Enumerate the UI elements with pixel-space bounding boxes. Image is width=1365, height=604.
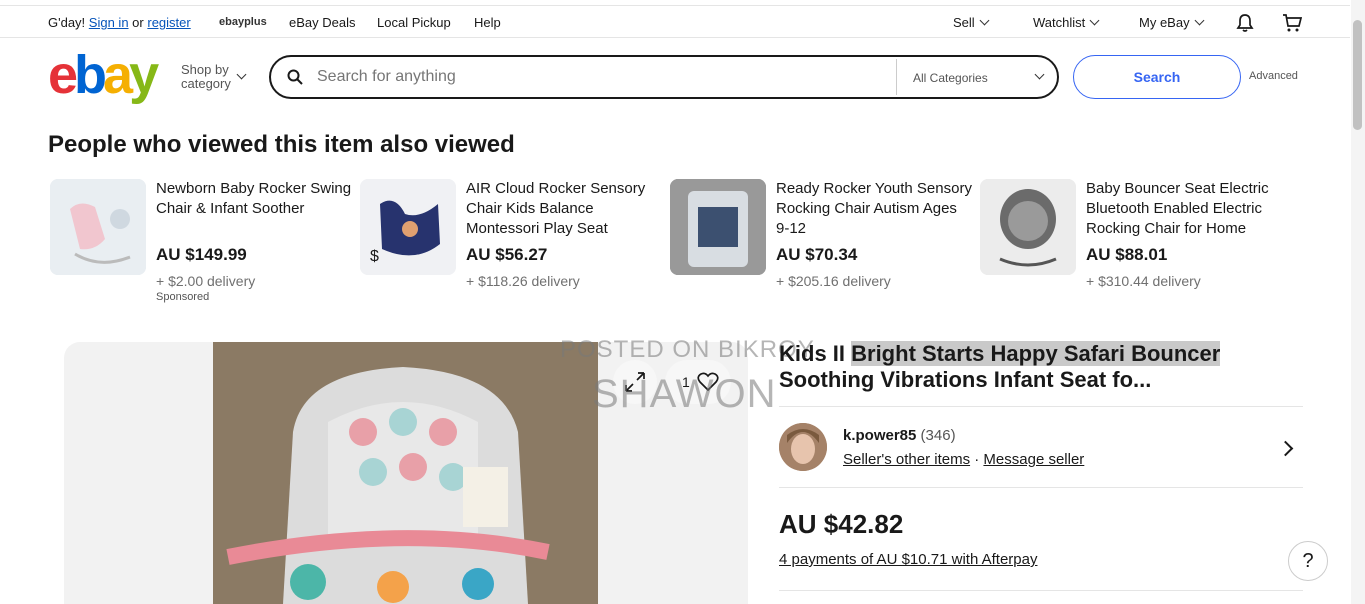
- seller-name[interactable]: k.power85 (346): [843, 427, 956, 444]
- ebay-logo[interactable]: ebay: [48, 45, 159, 105]
- air-cloud-chair-image: $: [360, 179, 456, 275]
- also-viewed-card[interactable]: Newborn Baby Rocker Swing Chair & Infant…: [50, 179, 352, 309]
- divider: [779, 590, 1303, 591]
- product-price: AU $70.34: [776, 245, 858, 264]
- scrollbar-thumb[interactable]: [1353, 20, 1362, 130]
- chevron-down-icon: [1194, 15, 1205, 26]
- chevron-down-icon: [236, 69, 247, 80]
- sign-in-link[interactable]: Sign in: [89, 15, 129, 30]
- also-viewed-card[interactable]: $ AIR Cloud Rocker Sensory Chair Kids Ba…: [360, 179, 660, 309]
- sell-menu[interactable]: Sell: [953, 15, 990, 30]
- search-divider: [896, 59, 897, 95]
- or-text: or: [132, 15, 144, 30]
- chevron-right-icon[interactable]: [1277, 440, 1294, 457]
- seller-feedback-count: (346): [920, 427, 956, 444]
- search-bar: All Categories: [269, 55, 1059, 99]
- item-price: AU $42.82: [779, 509, 904, 539]
- seller-links: Seller's other items · Message seller: [843, 451, 1084, 468]
- product-title[interactable]: Ready Rocker Youth Sensory Rocking Chair…: [776, 179, 972, 239]
- item-title-rest: Soothing Vibrations Infant Seat fo...: [779, 367, 1152, 392]
- chevron-down-icon: [979, 15, 990, 26]
- also-viewed-card[interactable]: Baby Bouncer Seat Electric Bluetooth Ena…: [980, 179, 1280, 309]
- my-ebay-label: My eBay: [1139, 15, 1190, 30]
- logo-letter-y: y: [129, 45, 159, 105]
- message-seller-link[interactable]: Message seller: [983, 451, 1084, 468]
- sellers-other-items-link[interactable]: Seller's other items: [843, 451, 970, 468]
- watchlist-menu[interactable]: Watchlist: [1033, 15, 1100, 30]
- also-viewed-title: People who viewed this item also viewed: [48, 131, 515, 158]
- sponsored-label: Sponsored: [156, 291, 210, 303]
- product-delivery: + $205.16 delivery: [776, 273, 891, 289]
- ebayplus-link[interactable]: ebayplus: [219, 16, 267, 28]
- product-thumbnail[interactable]: [670, 179, 766, 275]
- local-pickup-link[interactable]: Local Pickup: [377, 15, 451, 30]
- item-title: Kids II Bright Starts Happy Safari Bounc…: [779, 341, 1239, 393]
- product-thumbnail[interactable]: [50, 179, 146, 275]
- product-price: AU $56.27: [466, 245, 548, 264]
- chevron-down-icon: [1034, 69, 1045, 80]
- greeting: G'day! Sign in or register: [48, 15, 191, 30]
- search-input[interactable]: [315, 67, 889, 87]
- rocker-chair-image: [50, 179, 146, 275]
- seller-photo: [779, 423, 827, 471]
- afterpay-link[interactable]: 4 payments of AU $10.71 with Afterpay: [779, 551, 1038, 568]
- also-viewed-card[interactable]: Ready Rocker Youth Sensory Rocking Chair…: [670, 179, 972, 309]
- search-icon: [287, 69, 303, 85]
- sell-label: Sell: [953, 15, 975, 30]
- watermark-line1: POSTED ON BIKROY: [560, 336, 815, 363]
- cart-icon[interactable]: [1282, 13, 1302, 33]
- separator: ·: [974, 451, 980, 468]
- product-title[interactable]: AIR Cloud Rocker Sensory Chair Kids Bala…: [466, 179, 662, 239]
- search-button[interactable]: Search: [1073, 55, 1241, 99]
- product-delivery: + $2.00 delivery: [156, 273, 256, 289]
- divider: [779, 406, 1303, 407]
- help-link[interactable]: Help: [474, 15, 501, 30]
- advanced-search-link[interactable]: Advanced: [1249, 70, 1298, 82]
- product-title[interactable]: Newborn Baby Rocker Swing Chair & Infant…: [156, 179, 352, 239]
- greeting-text: G'day!: [48, 15, 86, 30]
- product-thumbnail[interactable]: [980, 179, 1076, 275]
- my-ebay-menu[interactable]: My eBay: [1139, 15, 1205, 30]
- ready-rocker-image: [670, 179, 766, 275]
- product-thumbnail[interactable]: $: [360, 179, 456, 275]
- notification-bell-icon[interactable]: [1236, 13, 1254, 33]
- product-price: AU $149.99: [156, 245, 247, 264]
- ebay-deals-link[interactable]: eBay Deals: [289, 15, 355, 30]
- logo-letter-e: e: [48, 45, 78, 105]
- divider: [779, 487, 1303, 488]
- baby-bouncer-image: [980, 179, 1076, 275]
- svg-text:$: $: [370, 248, 379, 265]
- category-label: category: [181, 76, 231, 91]
- product-price: AU $88.01: [1086, 245, 1168, 264]
- product-delivery: + $118.26 delivery: [466, 273, 580, 289]
- seller-username[interactable]: k.power85: [843, 427, 916, 444]
- product-delivery: + $310.44 delivery: [1086, 273, 1201, 289]
- product-title[interactable]: Baby Bouncer Seat Electric Bluetooth Ena…: [1086, 179, 1282, 239]
- help-button[interactable]: ?: [1288, 541, 1328, 581]
- chevron-down-icon: [1089, 15, 1100, 26]
- bouncer-photo: [213, 342, 598, 604]
- item-title-prefix: Kids II: [779, 341, 852, 366]
- shop-by-label: Shop by: [181, 62, 229, 77]
- category-select[interactable]: All Categories: [913, 71, 988, 85]
- shop-by-category-button[interactable]: Shop by category: [181, 63, 231, 91]
- logo-letter-b: b: [74, 45, 107, 105]
- item-title-highlight: Bright Starts Happy Safari Bouncer: [851, 341, 1221, 366]
- top-navigation-bar: G'day! Sign in or register ebayplus eBay…: [0, 5, 1350, 38]
- watermark-line2: SHAWON: [592, 372, 777, 416]
- logo-letter-a: a: [103, 45, 133, 105]
- register-link[interactable]: register: [147, 15, 190, 30]
- main-product-image[interactable]: [213, 342, 598, 604]
- watchlist-label: Watchlist: [1033, 15, 1086, 30]
- seller-avatar[interactable]: [779, 423, 827, 471]
